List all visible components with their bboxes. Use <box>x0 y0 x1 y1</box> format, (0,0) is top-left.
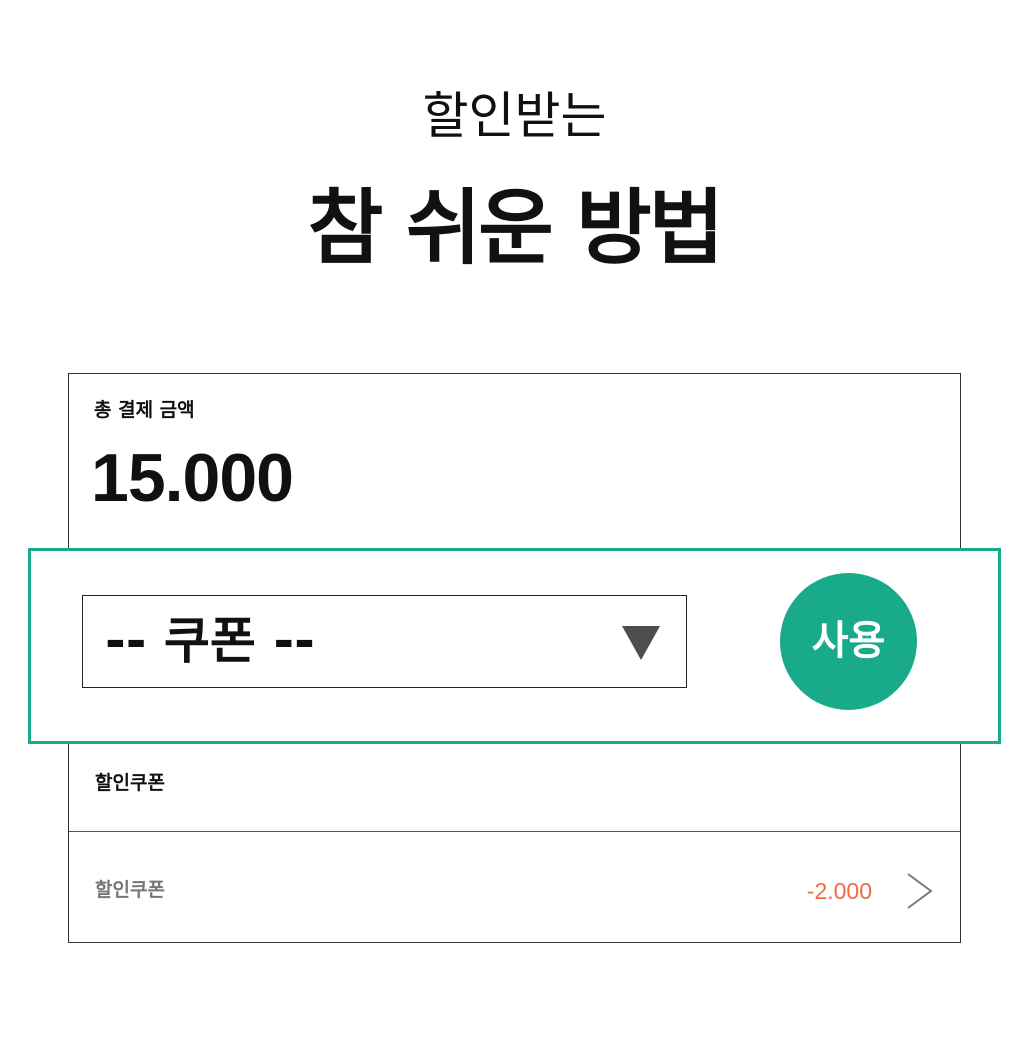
discount-coupon-row-label: 할인쿠폰 <box>95 879 165 901</box>
discount-coupon-section-label: 할인쿠폰 <box>95 772 165 794</box>
total-payment-label: 총 결제 금액 <box>94 399 195 421</box>
chevron-right-icon[interactable] <box>906 872 934 910</box>
caret-down-icon[interactable] <box>622 626 660 660</box>
discount-coupon-row[interactable]: 할인쿠폰 -2.000 <box>69 832 960 942</box>
coupon-select[interactable]: -- 쿠폰 -- <box>82 595 687 688</box>
total-payment-amount: 15.000 <box>91 440 294 516</box>
discount-amount: -2.000 <box>806 878 872 904</box>
heading-title: 참 쉬운 방법 <box>307 180 724 276</box>
coupon-select-value: -- 쿠폰 -- <box>105 612 315 670</box>
heading-subtitle: 할인받는 <box>422 87 607 145</box>
use-coupon-button[interactable]: 사용 <box>780 573 917 710</box>
coupon-highlight-box: -- 쿠폰 -- 사용 <box>28 548 1001 744</box>
